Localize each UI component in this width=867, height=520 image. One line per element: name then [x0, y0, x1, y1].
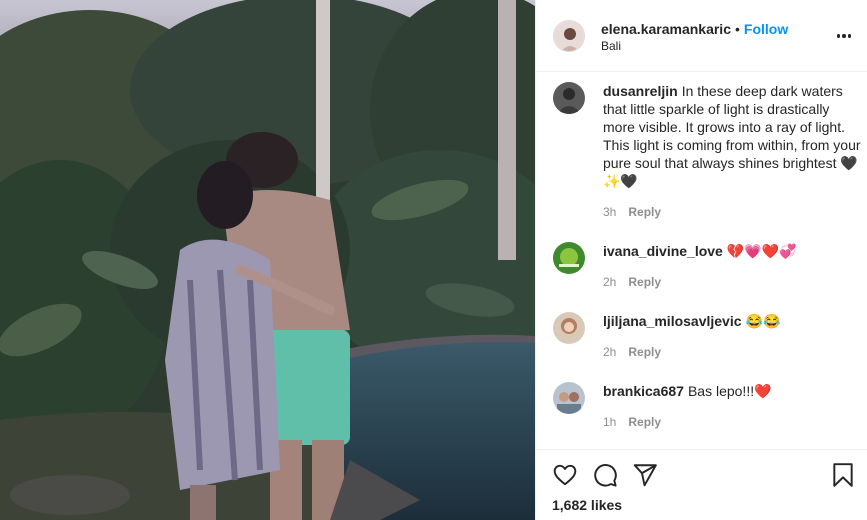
commenter-avatar[interactable]: [553, 312, 585, 344]
comment-meta: 2h Reply: [603, 345, 661, 359]
commenter-avatar[interactable]: [553, 382, 585, 414]
bookmark-icon[interactable]: [830, 462, 856, 488]
likes-count[interactable]: 1,682 likes: [552, 497, 622, 513]
author-line: elena.karamankaric • Follow: [601, 21, 788, 37]
comment-username[interactable]: ljiljana_milosavljevic: [603, 313, 742, 329]
author-username[interactable]: elena.karamankaric: [601, 21, 731, 37]
follow-button[interactable]: Follow: [744, 21, 788, 37]
author-avatar[interactable]: [553, 20, 585, 52]
comment-meta: 1h Reply: [603, 415, 661, 429]
paper-plane-icon[interactable]: [632, 462, 658, 488]
comment-item: dusanreljin In these deep dark waters tha…: [553, 73, 861, 223]
comment-time[interactable]: 3h: [603, 205, 616, 219]
reply-button[interactable]: Reply: [628, 205, 661, 219]
comment-text: Bas lepo!!!❤️: [687, 383, 772, 399]
comment-time[interactable]: 1h: [603, 415, 616, 429]
comment-icon[interactable]: [592, 462, 618, 488]
comment-body: brankica687 Bas lepo!!!❤️: [603, 382, 865, 400]
post-photo[interactable]: [0, 0, 535, 520]
comment-username[interactable]: dusanreljin: [603, 83, 678, 99]
comment-item: brankica687 Bas lepo!!!❤️ 1h Reply: [553, 373, 853, 433]
comment-username[interactable]: brankica687: [603, 383, 684, 399]
comment-item: ljiljana_milosavljevic 😂😂 2h Reply: [553, 303, 853, 363]
comment-time[interactable]: 2h: [603, 345, 616, 359]
comments-list[interactable]: dusanreljin In these deep dark waters tha…: [536, 73, 867, 449]
heart-icon[interactable]: [552, 462, 578, 488]
commenter-avatar[interactable]: [553, 242, 585, 274]
comment-text: 💔💗❤️💞: [726, 243, 797, 259]
comment-body: ivana_divine_love 💔💗❤️💞: [603, 242, 865, 260]
reply-button[interactable]: Reply: [628, 415, 661, 429]
separator: •: [734, 21, 740, 37]
commenter-avatar[interactable]: [553, 82, 585, 114]
reply-button[interactable]: Reply: [628, 345, 661, 359]
post-sidebar: elena.karamankaric • Follow Bali dusanrelj…: [535, 0, 867, 520]
comment-time[interactable]: 2h: [603, 275, 616, 289]
comment-item: ivana_divine_love 💔💗❤️💞 2h Reply: [553, 233, 853, 293]
comment-username[interactable]: ivana_divine_love: [603, 243, 723, 259]
post-actions: 1,682 likes: [536, 449, 867, 520]
post-header: elena.karamankaric • Follow Bali: [536, 0, 867, 72]
post-location[interactable]: Bali: [601, 39, 621, 53]
reply-button[interactable]: Reply: [628, 275, 661, 289]
comment-body: dusanreljin In these deep dark waters tha…: [603, 82, 865, 190]
comment-meta: 2h Reply: [603, 275, 661, 289]
comment-meta: 3h Reply: [603, 205, 661, 219]
comment-body: ljiljana_milosavljevic 😂😂: [603, 312, 865, 330]
comment-text: 😂😂: [745, 313, 781, 329]
more-options-icon[interactable]: [836, 26, 852, 46]
